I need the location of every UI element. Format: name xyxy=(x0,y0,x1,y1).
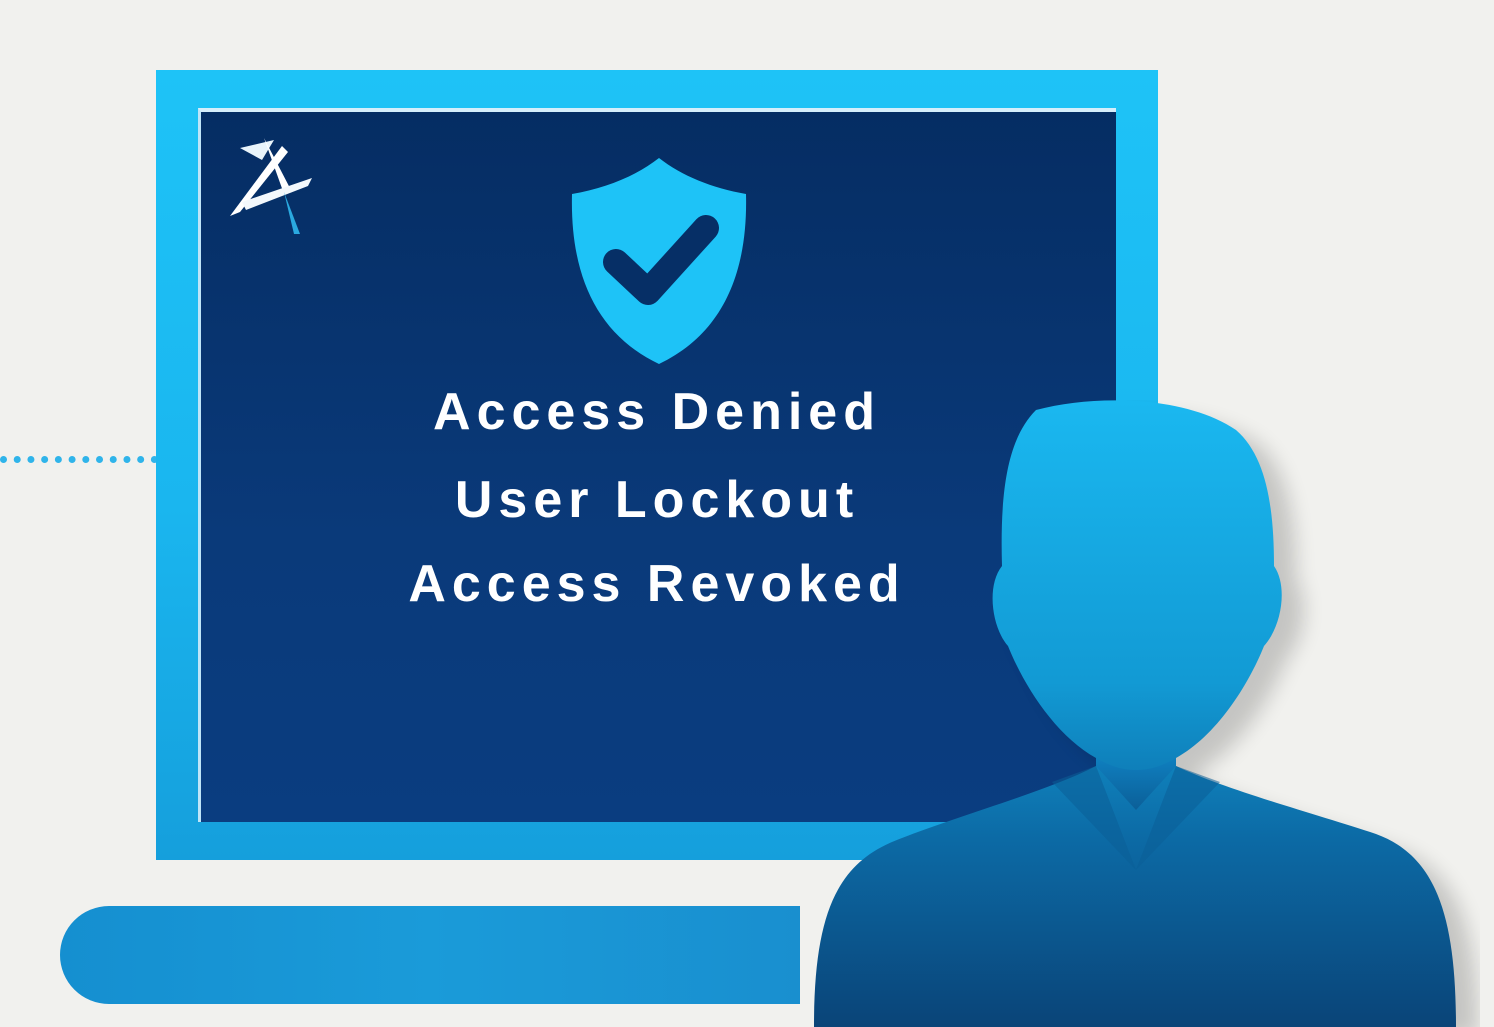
stylized-a-logo-icon xyxy=(230,138,312,234)
illustration-scene: Access Denied User Lockout Access Revoke… xyxy=(0,0,1494,1027)
user-silhouette-icon xyxy=(814,400,1478,1027)
shield-check-icon xyxy=(571,158,747,364)
dotted-connector-line xyxy=(0,456,158,463)
monitor-base xyxy=(60,906,800,1004)
